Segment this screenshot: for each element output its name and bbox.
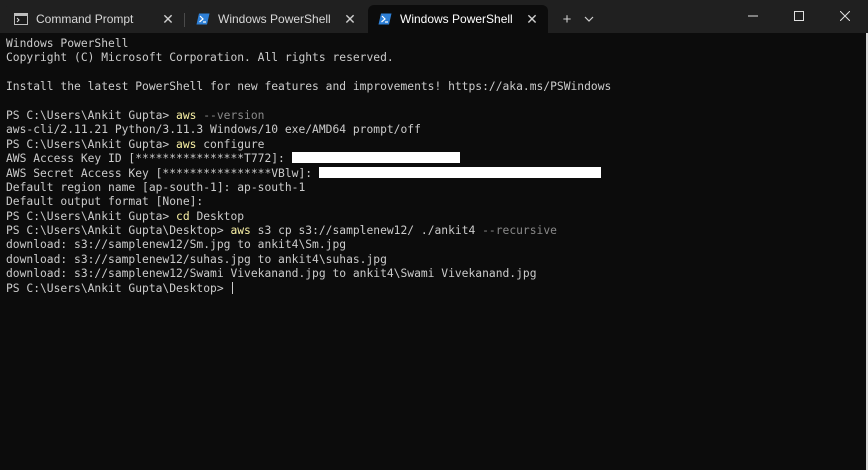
prompt: PS C:\Users\Ankit Gupta> (6, 209, 177, 223)
command-args: Desktop (189, 209, 245, 223)
download-line: download: s3://samplenew12/Swami Vivekan… (6, 267, 537, 281)
close-button[interactable] (822, 0, 868, 32)
command-args: configure (196, 137, 265, 151)
command-name: aws (230, 224, 251, 238)
command-output: aws-cli/2.11.21 Python/3.11.3 Windows/10… (6, 123, 421, 137)
command-flag: --recursive (475, 224, 557, 238)
banner-install: Install the latest PowerShell for new fe… (6, 80, 612, 94)
prompt: PS C:\Users\Ankit Gupta> (6, 137, 177, 151)
command-flag: --version (196, 108, 265, 122)
tab-strip: Command Prompt ✕ Windows PowerShell ✕ Wi… (0, 0, 550, 33)
secret-key-label: AWS Secret Access Key [****************V… (6, 166, 319, 180)
minimize-button[interactable] (730, 0, 776, 32)
close-tab-icon[interactable]: ✕ (160, 11, 176, 27)
command-line: PS C:\Users\Ankit Gupta> aws configure (6, 138, 862, 152)
powershell-icon (378, 12, 392, 26)
command-name: aws (176, 137, 197, 151)
secret-key-line: AWS Secret Access Key [****************V… (6, 166, 862, 181)
banner-copyright: Copyright (C) Microsoft Corporation. All… (6, 51, 394, 65)
tab-label: Windows PowerShell (400, 12, 513, 26)
window-controls (730, 0, 868, 32)
tab-windows-powershell[interactable]: Windows PowerShell ✕ (184, 5, 366, 33)
tab-command-prompt[interactable]: Command Prompt ✕ (4, 5, 184, 33)
prompt: PS C:\Users\Ankit Gupta\Desktop> (6, 281, 231, 295)
chevron-down-icon[interactable] (578, 8, 600, 30)
command-line: PS C:\Users\Ankit Gupta> cd Desktop (6, 210, 862, 224)
region-line: Default region name [ap-south-1]: ap-sou… (6, 180, 306, 194)
download-line: download: s3://samplenew12/suhas.jpg to … (6, 252, 387, 266)
command-args: s3 cp s3://samplenew12/ ./ankit4 (250, 224, 476, 238)
tab-actions: + (556, 5, 600, 33)
command-line: PS C:\Users\Ankit Gupta\Desktop> aws s3 … (6, 224, 862, 238)
current-prompt-line[interactable]: PS C:\Users\Ankit Gupta\Desktop> (6, 281, 862, 296)
banner-title: Windows PowerShell (6, 37, 129, 50)
command-name: aws (176, 108, 197, 122)
command-name: cd (176, 209, 190, 223)
access-key-label: AWS Access Key ID [****************T772]… (6, 152, 292, 166)
cmd-icon (14, 12, 28, 26)
command-line: PS C:\Users\Ankit Gupta> aws --version (6, 109, 862, 123)
text-cursor (232, 281, 234, 294)
prompt: PS C:\Users\Ankit Gupta> (6, 108, 177, 122)
terminal-output[interactable]: Windows PowerShell Copyright (C) Microso… (0, 33, 868, 470)
maximize-button[interactable] (776, 0, 822, 32)
new-tab-button[interactable]: + (556, 8, 578, 30)
output-format-line: Default output format [None]: (6, 195, 204, 209)
tab-windows-powershell-active[interactable]: Windows PowerShell ✕ (368, 5, 548, 33)
close-tab-icon[interactable]: ✕ (342, 11, 358, 27)
redacted-access-key (291, 152, 460, 164)
powershell-icon (196, 12, 210, 26)
title-bar: Command Prompt ✕ Windows PowerShell ✕ Wi… (0, 0, 868, 33)
tab-label: Command Prompt (36, 12, 134, 26)
prompt: PS C:\Users\Ankit Gupta\Desktop> (6, 224, 231, 238)
close-tab-icon[interactable]: ✕ (524, 11, 540, 27)
redacted-secret-key (318, 166, 601, 178)
download-line: download: s3://samplenew12/Sm.jpg to ank… (6, 238, 347, 252)
tab-label: Windows PowerShell (218, 12, 331, 26)
access-key-line: AWS Access Key ID [****************T772]… (6, 152, 862, 166)
